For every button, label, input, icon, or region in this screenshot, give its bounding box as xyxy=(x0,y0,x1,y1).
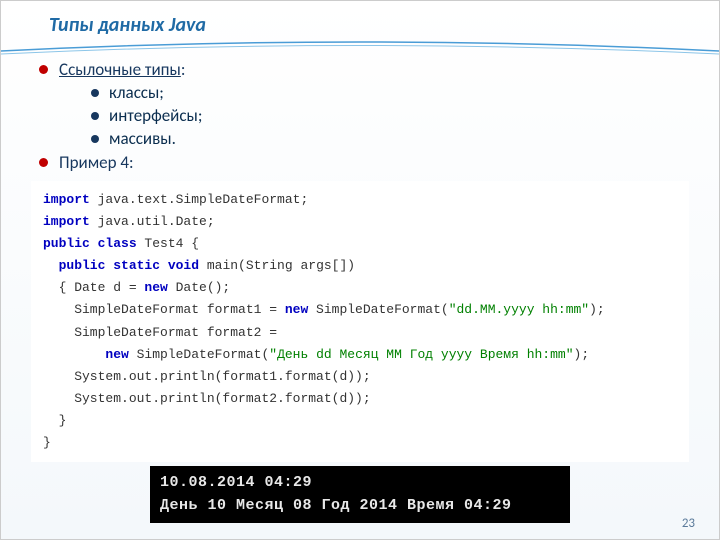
console-line: 10.08.2014 04:29 xyxy=(160,472,560,495)
slide-content: Ссылочные типы: классы; интерфейсы; масс… xyxy=(1,41,719,523)
list-item: интерфейсы; xyxy=(87,105,689,126)
example-label: Пример 4: xyxy=(59,152,134,173)
console-line: День 10 Месяц 08 Год 2014 Время 04:29 xyxy=(160,495,560,518)
reference-types-heading: Ссылочные типы xyxy=(59,59,181,80)
list-item: Ссылочные типы: классы; интерфейсы; масс… xyxy=(37,59,689,149)
list-item: массивы. xyxy=(87,128,689,149)
list-item: классы; xyxy=(87,82,689,103)
list-item: Пример 4: xyxy=(37,152,689,173)
bullet-list: Ссылочные типы: классы; интерфейсы; масс… xyxy=(31,59,689,173)
console-output: 10.08.2014 04:29 День 10 Месяц 08 Год 20… xyxy=(150,466,570,523)
code-block: import java.text.SimpleDateFormat; impor… xyxy=(31,181,689,462)
slide-title: Типы данных Java xyxy=(1,1,719,41)
page-number: 23 xyxy=(682,516,695,531)
sub-list: классы; интерфейсы; массивы. xyxy=(59,82,689,149)
